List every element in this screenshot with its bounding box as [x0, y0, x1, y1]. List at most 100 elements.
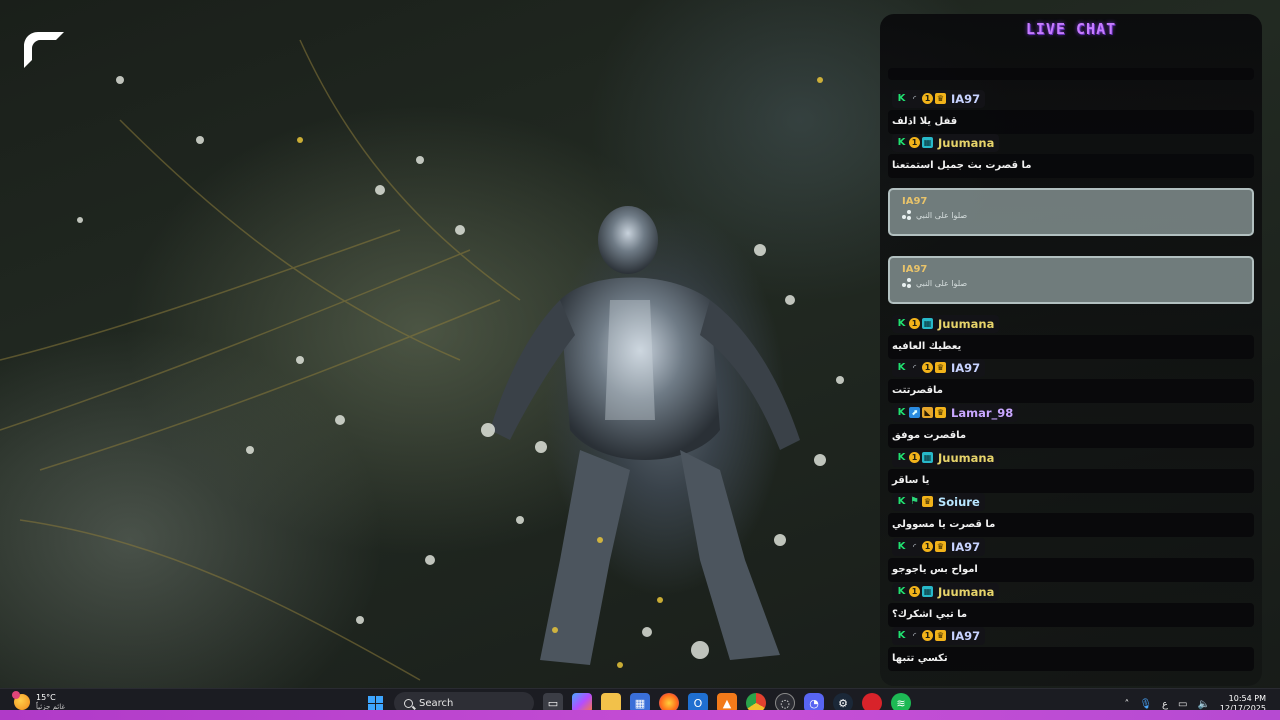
chat-username[interactable]: IA97: [902, 264, 1240, 275]
weather-widget[interactable]: 15°C غائم جزئياً: [12, 691, 65, 711]
chat-username[interactable]: Juumana: [938, 451, 994, 465]
kick-badge-icon: K: [897, 318, 906, 329]
chat-message: K ⬈ ◣ ♛ Lamar_98 ماقصرت موفق: [888, 400, 1254, 448]
chat-message-text: تكسي تتبها: [892, 653, 948, 664]
one-month-badge-icon: 1: [909, 137, 920, 148]
kick-badge-icon: K: [897, 407, 906, 418]
chat-message-header: K 1 ▦ Juumana: [892, 582, 1000, 601]
chat-message-text: يا ساقر: [892, 475, 930, 486]
chat-message: K ◜ 1 ♛ IA97 قفل يلا اذلف: [888, 86, 1254, 134]
weather-icon: [12, 691, 30, 710]
chat-username[interactable]: IA97: [951, 361, 980, 375]
moon-badge-icon: ◜: [912, 542, 917, 551]
crown-badge-icon: ♛: [935, 362, 946, 373]
highlighted-chat-message: IA97 صلوا على النبي: [888, 256, 1254, 304]
crown-badge-icon: ♛: [922, 496, 933, 507]
chat-message-text: ما تبي اشكرك؟: [892, 609, 968, 620]
chat-username[interactable]: Soiure: [938, 495, 980, 509]
crown-badge-icon: ♛: [935, 630, 946, 641]
chat-message-text: امواح بس ياجوجو: [892, 564, 978, 575]
one-month-badge-icon: 1: [922, 541, 933, 552]
one-month-badge-icon: 1: [922, 362, 933, 373]
language-indicator[interactable]: ع: [1162, 699, 1168, 710]
chat-message-text: صلوا على النبي: [916, 278, 968, 288]
chat-message-header: K ◜ 1 ♛ IA97: [892, 358, 986, 377]
chat-message-body: ما قصرت يا مسوولي: [888, 512, 1254, 537]
kick-badge-icon: K: [897, 541, 906, 552]
search-placeholder: Search: [419, 697, 454, 709]
kick-badge-icon: K: [897, 586, 906, 597]
chat-message-text: يعطيك العافيه: [892, 341, 962, 352]
moon-badge-icon: ◜: [912, 94, 917, 103]
chat-username[interactable]: Juumana: [938, 136, 994, 150]
one-month-badge-icon: 1: [909, 452, 920, 463]
network-icon[interactable]: ▭: [1178, 699, 1187, 710]
kick-badge-icon: K: [897, 496, 906, 507]
microphone-icon[interactable]: 🎙: [1139, 699, 1152, 710]
chat-username[interactable]: Lamar_98: [951, 406, 1013, 420]
chat-username[interactable]: IA97: [951, 629, 980, 643]
chat-message-body: امواح بس ياجوجو: [888, 557, 1254, 582]
one-month-badge-icon: 1: [922, 630, 933, 641]
reply-icon: [902, 278, 912, 288]
chat-username[interactable]: Juumana: [938, 317, 994, 331]
subscriber-badge-icon: ▦: [922, 137, 933, 148]
kick-badge-icon: K: [897, 93, 906, 104]
highlighted-chat-message: IA97 صلوا على النبي: [888, 188, 1254, 236]
one-month-badge-icon: 1: [922, 93, 933, 104]
kick-badge-icon: K: [897, 630, 906, 641]
chat-message-text: صلوا على النبي: [916, 210, 968, 220]
search-icon: [404, 698, 413, 708]
chat-message-header: K ⬈ ◣ ♛ Lamar_98: [892, 403, 1019, 422]
chat-username[interactable]: Juumana: [938, 585, 994, 599]
chat-message-header: K 1 ▦ Juumana: [892, 133, 1000, 152]
chat-message: K ◜ 1 ♛ IA97 ماقصرتتت: [888, 355, 1254, 403]
chat-message-body: تكسي تتبها: [888, 646, 1254, 671]
chat-message-partial: [888, 66, 1254, 80]
chat-message: K ◜ 1 ♛ IA97 امواح بس ياجوجو: [888, 534, 1254, 582]
subscriber-badge-icon: ▦: [922, 452, 933, 463]
flag-badge-icon: ⚑: [910, 496, 919, 507]
chat-message-text: قفل يلا اذلف: [892, 116, 958, 127]
chat-message-body: ما قصرت بث جميل استمتعنا: [888, 153, 1254, 178]
live-chat-panel: LIVE CHAT K ◜ 1 ♛ IA97 قفل يلا اذلف K 1 ▦ Juumana…: [880, 14, 1262, 686]
one-month-badge-icon: 1: [909, 586, 920, 597]
one-month-badge-icon: 1: [909, 318, 920, 329]
chat-message: K 1 ▦ Juumana ما قصرت بث جميل استمتعنا: [888, 130, 1254, 178]
subscriber-badge-icon: ▦: [922, 586, 933, 597]
reply-icon: [902, 210, 912, 220]
moon-badge-icon: ◜: [912, 363, 917, 372]
crown-badge-icon: ♛: [935, 407, 946, 418]
chat-message-text: ما قصرت بث جميل استمتعنا: [892, 160, 1032, 171]
chat-message-body: ماقصرتتت: [888, 378, 1254, 403]
vip-badge-icon: ⬈: [909, 407, 920, 418]
weather-temperature: 15°C: [36, 693, 56, 702]
chat-message-header: K ⚑ ♛ Soiure: [892, 492, 985, 511]
chat-message: K 1 ▦ Juumana ما تبي اشكرك؟: [888, 579, 1254, 627]
chat-username[interactable]: IA97: [951, 92, 980, 106]
subscriber-badge-icon: ▦: [922, 318, 933, 329]
chat-message-header: K ◜ 1 ♛ IA97: [892, 626, 986, 645]
chat-username[interactable]: IA97: [902, 196, 1240, 207]
overlay-logo-icon: [20, 28, 68, 72]
chat-message: K ◜ 1 ♛ IA97 تكسي تتبها: [888, 623, 1254, 671]
chat-title: LIVE CHAT: [1025, 20, 1117, 38]
volume-icon[interactable]: 🔈: [1197, 699, 1209, 710]
bolt-badge-icon: ◣: [922, 407, 933, 418]
clock-time: 10:54 PM: [1228, 694, 1266, 703]
chat-message-text: ماقصرت موفق: [892, 430, 967, 441]
crown-badge-icon: ♛: [935, 541, 946, 552]
taskbar-accent-bar: [0, 710, 1280, 720]
chat-message-header: K ◜ 1 ♛ IA97: [892, 537, 986, 556]
chat-message-header: K 1 ▦ Juumana: [892, 448, 1000, 467]
windows-icon: [367, 695, 383, 711]
chat-message: K ⚑ ♛ Soiure ما قصرت يا مسوولي: [888, 489, 1254, 537]
moon-badge-icon: ◜: [912, 631, 917, 640]
highlight-line: صلوا على النبي: [902, 278, 1240, 288]
chat-message: K 1 ▦ Juumana يا ساقر: [888, 445, 1254, 493]
kick-badge-icon: K: [897, 362, 906, 373]
chat-message-header: K ◜ 1 ♛ IA97: [892, 89, 986, 108]
kick-badge-icon: K: [897, 137, 906, 148]
chat-username[interactable]: IA97: [951, 540, 980, 554]
chevron-up-icon[interactable]: ˄: [1124, 699, 1129, 710]
